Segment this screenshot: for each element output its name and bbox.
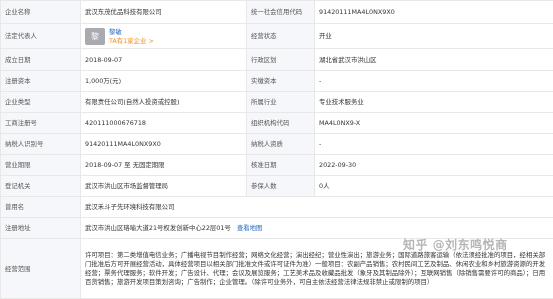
company-name-value: 武汉东茂优品科技有限公司 (81, 1, 247, 24)
legal-rep-cell: 黎 黎敏 TA有1家企业 > (81, 24, 247, 49)
company-name-label: 企业名称 (1, 1, 81, 24)
legal-rep-name-link[interactable]: 黎敏 (109, 28, 154, 36)
avatar: 黎 (85, 28, 105, 45)
region-label: 行政区划 (247, 49, 315, 71)
authority-label: 登记机关 (1, 176, 81, 197)
reg-capital-value: 1,000万(元) (81, 71, 247, 92)
company-type-label: 企业类型 (1, 92, 81, 113)
taxpayer-id-value: 91420111MA4L0NX9X0 (81, 134, 247, 155)
table-row: 工商注册号 420111000676718 组织机构代码 MA4L0NX9-X (1, 113, 553, 134)
scope-label: 经营范围 (1, 239, 81, 299)
former-name-label: 曾用名 (1, 197, 81, 218)
legal-rep-label: 法定代表人 (1, 24, 81, 49)
approval-date-label: 核准日期 (247, 155, 315, 176)
taxpayer-qual-label: 纳税人资质 (247, 134, 315, 155)
region-value: 湖北省武汉市洪山区 (315, 49, 553, 71)
insured-value: 0人 (315, 176, 553, 197)
reg-number-value: 420111000676718 (81, 113, 247, 134)
industry-value: 专业技术服务业 (315, 92, 553, 113)
org-code-label: 组织机构代码 (247, 113, 315, 134)
table-row: 企业名称 武汉东茂优品科技有限公司 统一社会信用代码 91420111MA4L0… (1, 1, 553, 24)
term-label: 营业期限 (1, 155, 81, 176)
taxpayer-id-label: 纳税人识别号 (1, 134, 81, 155)
insured-label: 参保人数 (247, 176, 315, 197)
approval-date-value: 2022-09-30 (315, 155, 553, 176)
credit-code-value: 91420111MA4L0NX9X0 (315, 1, 553, 24)
table-row: 纳税人识别号 91420111MA4L0NX9X0 纳税人资质 - (1, 134, 553, 155)
status-label: 经营状态 (247, 24, 315, 49)
company-type-value: 有限责任公司(自然人投资或控股) (81, 92, 247, 113)
industry-label: 所属行业 (247, 92, 315, 113)
established-value: 2018-09-07 (81, 49, 247, 71)
term-value: 2018-09-07 至 无固定期限 (81, 155, 247, 176)
view-map-link[interactable]: 查看地图 (237, 224, 263, 232)
table-row: 成立日期 2018-09-07 行政区划 湖北省武汉市洪山区 (1, 49, 553, 71)
org-code-value: MA4L0NX9-X (315, 113, 553, 134)
established-label: 成立日期 (1, 49, 81, 71)
paid-capital-label: 实缴资本 (247, 71, 315, 92)
table-row: 注册资本 1,000万(元) 实缴资本 - (1, 71, 553, 92)
legal-rep-companies-link[interactable]: TA有1家企业 > (109, 37, 154, 45)
credit-code-label: 统一社会信用代码 (247, 1, 315, 24)
paid-capital-value: - (315, 71, 553, 92)
table-row: 法定代表人 黎 黎敏 TA有1家企业 > 经营状态 开业 (1, 24, 553, 49)
address-label: 注册地址 (1, 218, 81, 239)
reg-capital-label: 注册资本 (1, 71, 81, 92)
reg-number-label: 工商注册号 (1, 113, 81, 134)
status-value: 开业 (315, 24, 553, 49)
authority-value: 武汉市洪山区市场监督管理局 (81, 176, 247, 197)
watermark: 知乎 @刘东鸣悦商 (403, 236, 508, 253)
legal-rep-info: 黎敏 TA有1家企业 > (109, 28, 154, 45)
address-value: 武汉市洪山区珞喻大道21号权发创新中心22层01号 (85, 224, 231, 232)
table-row: 营业期限 2018-09-07 至 无固定期限 核准日期 2022-09-30 (1, 155, 553, 176)
table-row: 曾用名 武汉禾斗子先环境科技有限公司 (1, 197, 553, 218)
business-info-table: 企业名称 武汉东茂优品科技有限公司 统一社会信用代码 91420111MA4L0… (0, 0, 553, 299)
former-name-value: 武汉禾斗子先环境科技有限公司 (81, 197, 553, 218)
table-row: 登记机关 武汉市洪山区市场监督管理局 参保人数 0人 (1, 176, 553, 197)
table-row: 企业类型 有限责任公司(自然人投资或控股) 所属行业 专业技术服务业 (1, 92, 553, 113)
taxpayer-qual-value: - (315, 134, 553, 155)
